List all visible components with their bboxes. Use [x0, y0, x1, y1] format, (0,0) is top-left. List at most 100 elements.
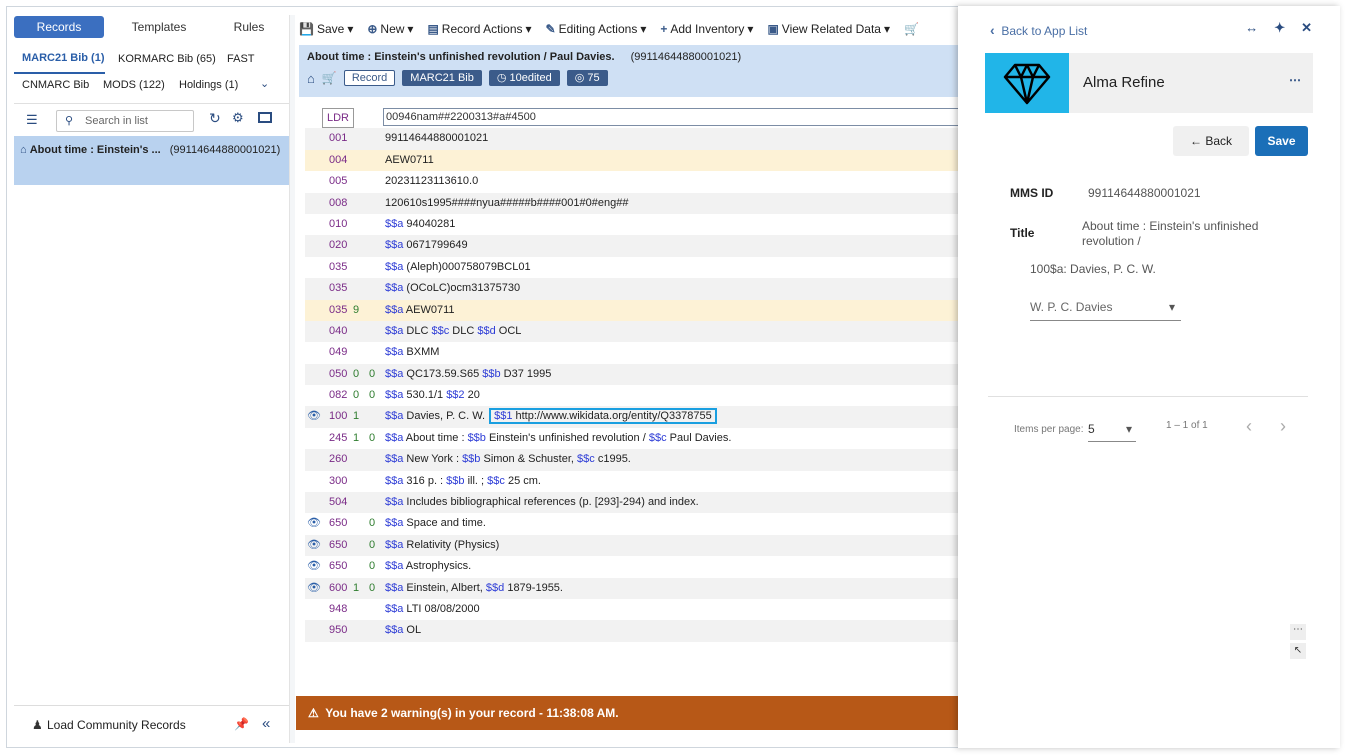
marc-field-row[interactable]: 035 $$a (Aleph)000758079BCL01	[305, 257, 967, 278]
panel-splitter[interactable]	[289, 15, 295, 743]
items-per-page-select[interactable]: 5 ▾	[1088, 418, 1136, 442]
binoculars-icon[interactable]: 👁	[307, 556, 321, 577]
view-related-data-menu-button[interactable]: ▣ View Related Data ▾	[767, 22, 890, 36]
binoculars-icon[interactable]: 👁	[307, 578, 321, 599]
field-tag[interactable]: 049	[329, 342, 347, 363]
warning-bar[interactable]: ⚠ You have 2 warning(s) in your record -…	[296, 696, 967, 730]
field-content[interactable]: $$a Davies, P. C. W. $$1 http://www.wikid…	[385, 406, 717, 427]
home-icon[interactable]: ⌂	[307, 71, 315, 86]
field-content[interactable]: $$a New York : $$b Simon & Schuster, $$c…	[385, 449, 631, 470]
field-content[interactable]: 120610s1995####nyua#####b####001#0#eng##	[385, 193, 628, 214]
back-button[interactable]: ← Back	[1173, 126, 1249, 156]
highlighted-subfield[interactable]: $$1 http://www.wikidata.org/entity/Q3378…	[489, 408, 717, 425]
field-tag[interactable]: 050	[329, 364, 347, 385]
refresh-icon[interactable]: ↻	[209, 110, 221, 127]
field-content[interactable]: $$a 0671799649	[385, 235, 468, 256]
indicator-2[interactable]: 0	[369, 535, 375, 556]
marc-field-row[interactable]: 020 $$a 0671799649	[305, 235, 967, 257]
marc-field-row[interactable]: 👁 650 0 $$a Relativity (Physics)	[305, 534, 967, 557]
indicator-2[interactable]: 0	[369, 556, 375, 577]
save-menu-button[interactable]: 💾 Save ▾	[299, 22, 353, 36]
pin-icon[interactable]: ✦	[1274, 20, 1285, 36]
format-tab-marc21[interactable]: MARC21 Bib (1)	[22, 52, 105, 64]
field-tag[interactable]: 001	[329, 128, 347, 149]
field-tag[interactable]: 035	[329, 257, 347, 278]
format-tab-holdings[interactable]: Holdings (1)	[179, 79, 238, 91]
field-content[interactable]: AEW0711	[385, 150, 434, 171]
indicator-2[interactable]: 0	[369, 428, 375, 449]
expand-icon[interactable]: ↔	[1245, 20, 1258, 36]
field-content[interactable]: $$a OL	[385, 620, 421, 641]
next-page-icon[interactable]: ›	[1280, 416, 1286, 437]
format-tab-cnmarc[interactable]: CNMARC Bib	[22, 79, 89, 91]
field-content[interactable]: $$a 94040281	[385, 214, 455, 235]
refine-match-select[interactable]: W. P. C. Davies ▾	[1030, 294, 1181, 321]
indicator-1[interactable]: 1	[353, 428, 359, 449]
field-tag[interactable]: 504	[329, 492, 347, 513]
field-tag[interactable]: 100	[329, 406, 347, 427]
indicator-2[interactable]: 0	[369, 385, 375, 406]
field-tag[interactable]: 040	[329, 321, 347, 342]
marc-field-row[interactable]: 245 1 0 $$a About time : $$b Einstein's unf…	[305, 428, 967, 449]
marc-field-row[interactable]: 300 $$a 316 p. : $$b ill. ; $$c 25 cm.	[305, 471, 967, 492]
marc-field-row[interactable]: 035 9 $$a AEW0711	[305, 299, 967, 321]
marc-field-row[interactable]: 050 0 0 $$a QC173.59.S65 $$b D37 1995	[305, 363, 967, 386]
field-tag[interactable]: 300	[329, 471, 347, 492]
indicator-1[interactable]: 0	[353, 385, 359, 406]
field-content[interactable]: $$a QC173.59.S65 $$b D37 1995	[385, 364, 551, 385]
field-content[interactable]: $$a (Aleph)000758079BCL01	[385, 257, 531, 278]
record-list-item[interactable]: ⌂ About time : Einstein's ... (991146448…	[14, 136, 290, 185]
prev-page-icon[interactable]: ‹	[1246, 416, 1252, 437]
field-tag[interactable]: 245	[329, 428, 347, 449]
field-content[interactable]: $$a AEW0711	[385, 300, 455, 321]
indicator-1[interactable]: 0	[353, 364, 359, 385]
field-tag[interactable]: 950	[329, 620, 347, 641]
field-tag[interactable]: 082	[329, 385, 347, 406]
field-tag[interactable]: 004	[329, 150, 347, 171]
settings-icon[interactable]: ⚙	[232, 110, 244, 126]
pin-icon[interactable]: 📌	[234, 717, 249, 731]
indicator-2[interactable]: 0	[369, 578, 375, 599]
marc-field-row[interactable]: 950 $$a OL	[305, 620, 967, 642]
marc-field-row[interactable]: 👁 100 1 $$a Davies, P. C. W. $$1 http://www.…	[305, 406, 967, 428]
more-options-icon[interactable]: ⋯	[1289, 73, 1301, 87]
cart-icon[interactable]: 🛒	[904, 22, 919, 36]
field-content[interactable]: $$a Relativity (Physics)	[385, 535, 499, 556]
field-tag[interactable]: 005	[329, 171, 347, 192]
format-tab-mods[interactable]: MODS (122)	[103, 79, 165, 91]
chevron-down-icon[interactable]: ⌄	[260, 77, 269, 90]
field-content[interactable]: $$a 316 p. : $$b ill. ; $$c 25 cm.	[385, 471, 541, 492]
marc-field-row[interactable]: 082 0 0 $$a 530.1/1 $$2 20	[305, 385, 967, 406]
field-content[interactable]: $$a 530.1/1 $$2 20	[385, 385, 480, 406]
field-content[interactable]: $$a Einstein, Albert, $$d 1879-1955.	[385, 578, 563, 599]
field-tag[interactable]: 010	[329, 214, 347, 235]
field-tag[interactable]: 035	[329, 278, 347, 299]
marc-field-row[interactable]: 504 $$a Includes bibliographical referenc…	[305, 492, 967, 514]
indicator-1[interactable]: 9	[353, 300, 359, 321]
marc-field-row[interactable]: 049 $$a BXMM	[305, 342, 967, 363]
field-tag[interactable]: 650	[329, 556, 347, 577]
ldr-label[interactable]: LDR	[322, 108, 355, 128]
field-content[interactable]: $$a DLC $$c DLC $$d OCL	[385, 321, 521, 342]
indicator-2[interactable]: 0	[369, 513, 375, 534]
field-content[interactable]: $$a About time : $$b Einstein's unfinish…	[385, 428, 731, 449]
ldr-input[interactable]: 00946nam##2200313#a#4500	[383, 108, 973, 126]
tab-records[interactable]: Records	[14, 16, 104, 38]
marc-field-row[interactable]: 010 $$a 94040281	[305, 214, 967, 235]
field-tag[interactable]: 035	[329, 300, 347, 321]
binoculars-icon[interactable]: 👁	[307, 535, 321, 556]
field-tag[interactable]: 600	[329, 578, 347, 599]
field-tag[interactable]: 020	[329, 235, 347, 256]
editing-actions-menu-button[interactable]: ✎ Editing Actions ▾	[546, 22, 647, 36]
field-content[interactable]: $$a BXMM	[385, 342, 439, 363]
back-to-app-list-link[interactable]: ‹ Back to App List	[990, 22, 1087, 38]
close-icon[interactable]: ✕	[1301, 20, 1312, 36]
field-content[interactable]: 99114644880001021	[385, 128, 488, 149]
cart-icon[interactable]: 🛒	[322, 71, 337, 85]
tab-templates[interactable]: Templates	[124, 20, 194, 34]
record-actions-menu-button[interactable]: ▤ Record Actions ▾	[427, 22, 531, 36]
binoculars-icon[interactable]: 👁	[307, 513, 321, 534]
search-input[interactable]: ⚲ Search in list	[56, 110, 194, 132]
field-tag[interactable]: 650	[329, 535, 347, 556]
field-content[interactable]: 20231123113610.0	[385, 171, 478, 192]
